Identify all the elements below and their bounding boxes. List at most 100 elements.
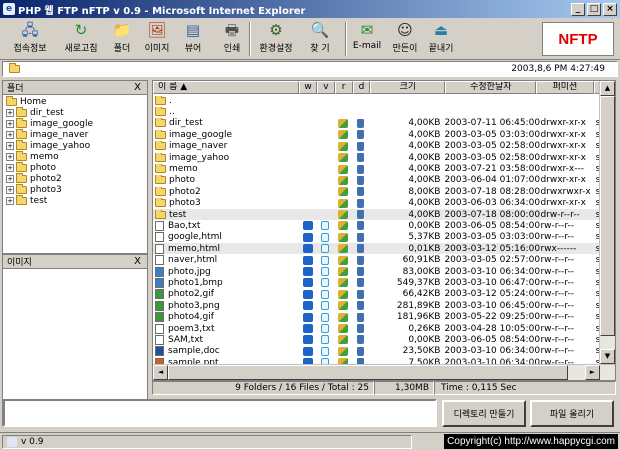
file-row[interactable]: photo,jpg 83,00KB 2003-03-10 06:34:00 rw-r-… (153, 266, 615, 277)
column-header[interactable]: r (334, 81, 353, 94)
toolbar-button-refresh[interactable]: ↻ 새로고침 (58, 20, 104, 58)
tree-item-photo2[interactable]: + photo2 (6, 172, 93, 184)
file-row[interactable]: photo2,gif 66,42KB 2003-03-12 05:24:00 rw-r… (153, 289, 615, 300)
file-name-cell[interactable]: photo2,gif (153, 289, 299, 300)
delete-icon[interactable] (357, 187, 365, 197)
image-panel-close-button[interactable]: X (134, 256, 141, 267)
web-view-icon[interactable] (302, 221, 313, 231)
view-icon[interactable] (321, 289, 330, 299)
file-name-cell[interactable]: photo3,png (153, 300, 299, 311)
expand-icon[interactable]: + (6, 163, 14, 172)
delete-icon[interactable] (357, 118, 365, 128)
toolbar-button-settings[interactable]: ⚙ 환경설정 (254, 20, 298, 58)
file-row[interactable]: google,html 5,37KB 2003-03-05 03:03:00 rw-r… (153, 232, 615, 243)
file-row[interactable]: Bao,txt 0,00KB 2003-06-05 08:54:00 rw-r--r-… (153, 220, 615, 231)
column-header[interactable]: 퍼미션 (536, 81, 594, 94)
file-name-cell[interactable]: photo,jpg (153, 266, 299, 277)
scroll-up-button[interactable]: ▲ (600, 81, 615, 96)
delete-icon[interactable] (357, 175, 365, 185)
toolbar-button-search[interactable]: 🔍 찾 기 (300, 20, 340, 58)
file-name-cell[interactable]: . (153, 95, 299, 106)
file-row[interactable]: SAM,txt 0,00KB 2003-06-05 08:54:00 rw-r--r-… (153, 334, 615, 345)
view-icon[interactable] (321, 312, 330, 322)
rename-icon[interactable] (338, 187, 348, 197)
delete-icon[interactable] (357, 210, 365, 220)
delete-icon[interactable] (357, 141, 365, 151)
file-row[interactable]: memo4,00KB2003-07-21 03:58:00drwxr-x---s… (153, 163, 615, 174)
folder-panel-close-button[interactable]: X (134, 82, 141, 93)
vertical-scrollbar[interactable]: ▲ ▼ (599, 81, 615, 380)
file-name-cell[interactable]: google,html (153, 232, 299, 243)
file-name-cell[interactable]: photo (153, 175, 299, 185)
view-icon[interactable] (321, 232, 330, 242)
file-name-cell[interactable]: Bao,txt (153, 220, 299, 231)
web-view-icon[interactable] (302, 289, 313, 299)
maximize-button[interactable]: □ (587, 2, 601, 16)
expand-icon[interactable]: + (6, 119, 14, 128)
rename-icon[interactable] (338, 232, 348, 242)
delete-icon[interactable] (357, 335, 365, 345)
expand-icon[interactable]: + (6, 108, 14, 117)
toolbar-button-author[interactable]: ☺ 만든이 (388, 20, 422, 58)
file-name-cell[interactable]: photo4,gif (153, 312, 299, 323)
tree-item-image_naver[interactable]: + image_naver (6, 128, 93, 140)
tree-item-test[interactable]: + test (6, 194, 93, 206)
view-icon[interactable] (321, 221, 330, 231)
file-row[interactable]: test4,00KB2003-07-18 08:00:00drw-r--r--s… (153, 208, 615, 221)
column-header[interactable]: 크기 (370, 81, 446, 94)
rename-icon[interactable] (338, 312, 348, 322)
tree-item-photo[interactable]: + photo (6, 161, 93, 173)
rename-icon[interactable] (338, 153, 348, 163)
delete-icon[interactable] (357, 255, 365, 265)
toolbar-button-image[interactable]: 🖼 이미지 (140, 20, 174, 58)
rename-icon[interactable] (338, 255, 348, 265)
web-view-icon[interactable] (302, 244, 313, 254)
view-icon[interactable] (321, 278, 330, 288)
scroll-right-button[interactable]: ► (585, 365, 600, 380)
make-directory-button[interactable]: 디렉토리 만들기 (442, 400, 526, 427)
view-icon[interactable] (321, 267, 330, 277)
file-name-cell[interactable]: photo2 (153, 186, 299, 197)
rename-icon[interactable] (338, 244, 348, 254)
file-row[interactable]: .. (153, 106, 615, 117)
file-row[interactable]: photo3 4,00KB 2003-06-03 06:34:00 drwxr-xr-… (153, 198, 615, 209)
file-name-cell[interactable]: SAM,txt (153, 334, 299, 345)
rename-icon[interactable] (338, 289, 348, 299)
file-name-cell[interactable]: sample,doc (153, 346, 299, 357)
file-row[interactable]: sample,doc 23,50KB 2003-03-10 06:34:00 rw-r… (153, 346, 615, 357)
file-name-cell[interactable]: image_naver (153, 141, 299, 151)
view-icon[interactable] (321, 324, 330, 333)
tree-root[interactable]: Home (6, 95, 93, 107)
rename-icon[interactable] (338, 278, 348, 288)
upload-file-button[interactable]: 파일 올리기 (530, 400, 614, 427)
tree-item-photo3[interactable]: + photo3 (6, 183, 93, 195)
expand-icon[interactable]: + (6, 130, 14, 139)
delete-icon[interactable] (357, 198, 365, 208)
file-name-cell[interactable]: poem3,txt (153, 323, 299, 334)
expand-icon[interactable]: + (6, 185, 14, 194)
rename-icon[interactable] (338, 198, 348, 208)
delete-icon[interactable] (357, 324, 365, 333)
rename-icon[interactable] (338, 175, 348, 185)
file-name-cell[interactable]: photo1,bmp (153, 277, 299, 288)
file-row[interactable]: photo4,gif 181,96KB 2003-05-22 09:25:00 rw-… (153, 311, 615, 323)
scroll-left-button[interactable]: ◄ (153, 365, 168, 380)
web-view-icon[interactable] (302, 232, 313, 242)
file-row[interactable]: photo2 8,00KB 2003-07-18 08:28:00 drwxrwxr-… (153, 186, 615, 197)
file-name-cell[interactable]: .. (153, 107, 299, 117)
file-name-cell[interactable]: image_google (153, 129, 299, 140)
file-row[interactable]: image_naver 4,00KB 2003-03-05 02:58:00 drwx… (153, 141, 615, 152)
delete-icon[interactable] (357, 289, 365, 299)
web-view-icon[interactable] (302, 312, 313, 322)
expand-icon[interactable]: + (6, 152, 14, 161)
rename-icon[interactable] (338, 324, 348, 333)
view-icon[interactable] (321, 244, 330, 254)
file-row[interactable]: photo3,png 281,89KB 2003-03-10 06:45:00 rw-… (153, 300, 615, 311)
horizontal-scrollbar[interactable]: ◄ ► (153, 364, 615, 380)
expand-icon[interactable]: + (6, 141, 14, 150)
web-view-icon[interactable] (302, 324, 313, 333)
file-row[interactable]: image_yahoo 4,00KB 2003-03-05 02:58:00 drwx… (153, 152, 615, 163)
toolbar-button-viewer[interactable]: ▤ 뷰어 (176, 20, 210, 58)
file-name-cell[interactable]: test (153, 209, 299, 220)
file-name-cell[interactable]: memo,html (153, 243, 299, 254)
